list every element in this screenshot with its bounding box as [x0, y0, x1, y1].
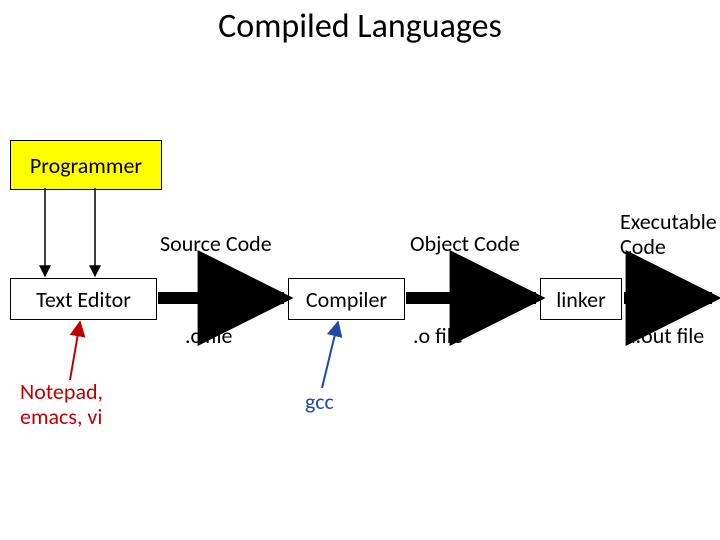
arrow-layer — [0, 0, 720, 540]
arrow-editor-example — [70, 322, 80, 380]
arrow-compiler-example — [322, 322, 338, 388]
diagram-canvas: Compiled Languages Programmer Text Edito… — [0, 0, 720, 540]
